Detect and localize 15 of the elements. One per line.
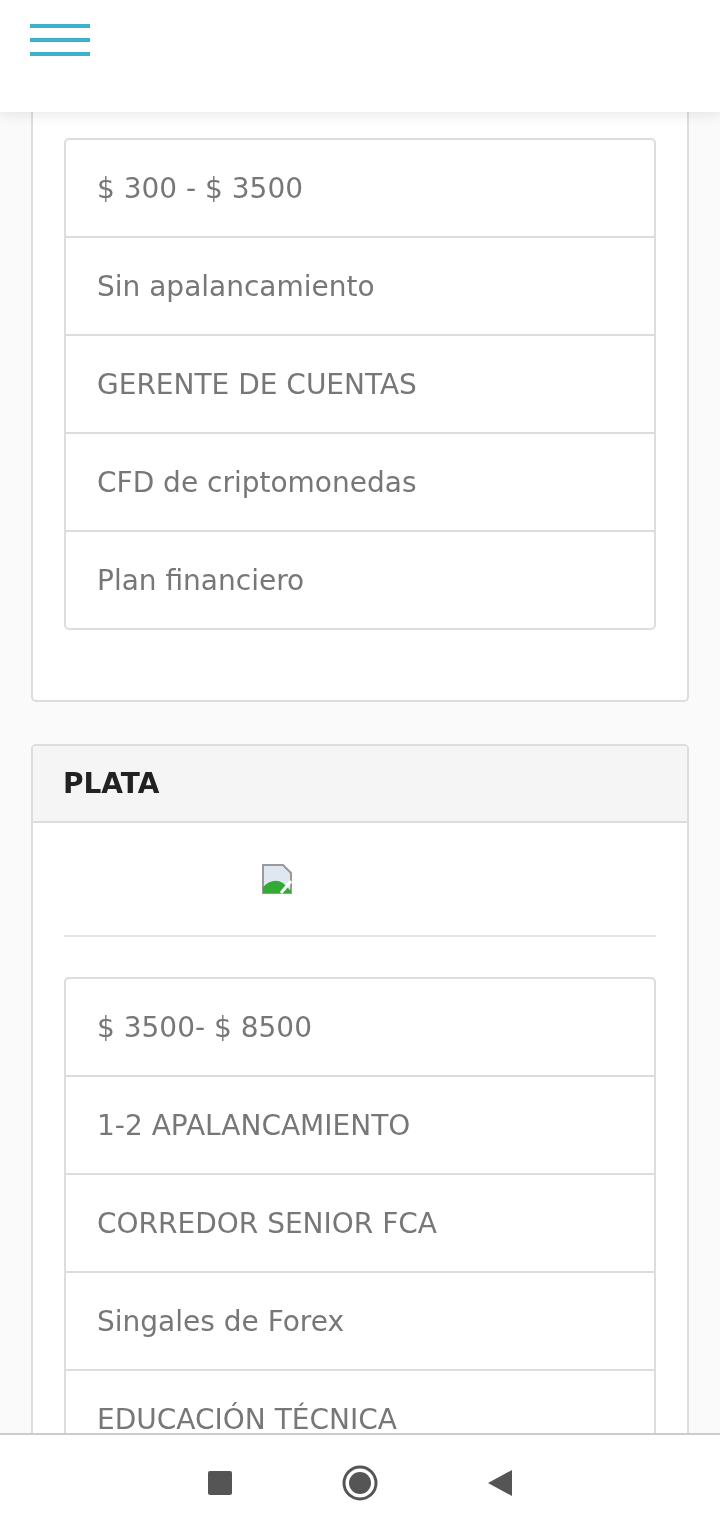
- feature-item: Sin apalancamiento: [66, 236, 654, 334]
- feature-item: 1-2 APALANCAMIENTO: [66, 1075, 654, 1173]
- feature-item: Plan financiero: [66, 530, 654, 628]
- home-icon[interactable]: [342, 1464, 378, 1501]
- plan-title: PLATA: [33, 746, 687, 823]
- feature-item: CFD de criptomonedas: [66, 432, 654, 530]
- feature-item: Singales de Forex: [66, 1271, 654, 1369]
- feature-item: CORREDOR SENIOR FCA: [66, 1173, 654, 1271]
- broken-image-icon: [261, 863, 293, 895]
- feature-item: $ 300 - $ 3500: [96, 170, 305, 207]
- feature-item: GERENTE DE CUENTAS: [66, 334, 654, 432]
- menu-icon[interactable]: [30, 24, 90, 58]
- back-icon[interactable]: [488, 1469, 512, 1496]
- feature-item: $ 3500- $ 8500: [96, 1009, 313, 1046]
- recents-icon[interactable]: [208, 1470, 232, 1495]
